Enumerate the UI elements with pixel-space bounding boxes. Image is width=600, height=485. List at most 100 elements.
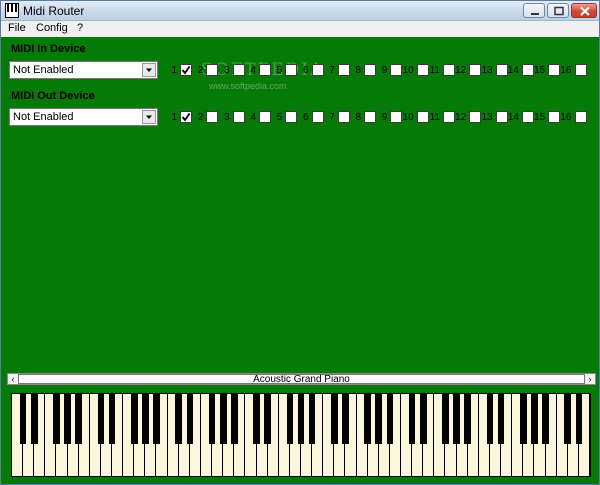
midi-out-channel-1[interactable]: 1 <box>166 111 192 125</box>
piano-black-key[interactable] <box>253 394 260 444</box>
piano-black-key[interactable] <box>297 394 305 444</box>
midi-out-channel-13[interactable]: 13 <box>481 111 508 125</box>
piano-black-key[interactable] <box>108 394 116 444</box>
channel-checkbox[interactable] <box>469 111 482 123</box>
channel-checkbox[interactable] <box>311 111 324 123</box>
midi-in-channel-1[interactable]: 1 <box>166 64 192 78</box>
piano-black-key[interactable] <box>19 394 27 444</box>
piano-black-key[interactable] <box>97 394 105 444</box>
piano-black-key[interactable] <box>342 394 349 444</box>
midi-out-channel-10[interactable]: 10 <box>403 111 429 125</box>
piano-black-key[interactable] <box>53 394 60 444</box>
title-bar[interactable]: Midi Router <box>1 1 599 21</box>
channel-checkbox[interactable] <box>258 64 271 76</box>
maximize-button[interactable] <box>547 3 569 18</box>
midi-out-channel-5[interactable]: 5 <box>271 111 298 125</box>
midi-out-channel-6[interactable]: 6 <box>298 111 324 125</box>
channel-checkbox[interactable] <box>495 111 508 123</box>
channel-checkbox[interactable] <box>206 111 219 123</box>
midi-out-channel-8[interactable]: 8 <box>350 111 377 125</box>
midi-out-channel-2[interactable]: 2 <box>192 111 219 125</box>
piano-black-key[interactable] <box>130 394 138 444</box>
midi-out-channel-15[interactable]: 15 <box>534 111 561 125</box>
channel-checkbox[interactable] <box>443 64 455 76</box>
piano-black-key[interactable] <box>564 394 572 444</box>
piano-black-key[interactable] <box>186 394 194 444</box>
channel-checkbox[interactable] <box>337 111 350 123</box>
piano-black-key[interactable] <box>575 394 583 444</box>
midi-out-channel-4[interactable]: 4 <box>245 111 271 125</box>
piano-black-key[interactable] <box>464 394 472 444</box>
piano-black-key[interactable] <box>219 394 227 444</box>
channel-checkbox[interactable] <box>495 64 508 76</box>
piano-black-key[interactable] <box>286 394 294 444</box>
piano-black-key[interactable] <box>153 394 160 444</box>
midi-out-channel-12[interactable]: 12 <box>455 111 482 125</box>
piano-keyboard[interactable] <box>11 393 591 477</box>
dropdown-arrow-button[interactable] <box>142 110 156 124</box>
channel-checkbox[interactable] <box>390 64 403 76</box>
midi-in-channel-10[interactable]: 10 <box>403 64 429 78</box>
channel-checkbox[interactable] <box>258 111 271 123</box>
channel-checkbox[interactable] <box>548 111 561 123</box>
midi-out-channel-14[interactable]: 14 <box>508 111 534 125</box>
piano-black-key[interactable] <box>364 394 371 444</box>
dropdown-arrow-button[interactable] <box>142 63 156 77</box>
scroll-left-arrow-icon[interactable]: ‹ <box>8 374 18 384</box>
channel-checkbox[interactable] <box>206 64 219 76</box>
midi-in-channel-13[interactable]: 13 <box>481 64 508 78</box>
channel-checkbox[interactable] <box>390 111 403 123</box>
piano-black-key[interactable] <box>531 394 538 444</box>
piano-black-key[interactable] <box>542 394 549 444</box>
midi-in-channel-11[interactable]: 11 <box>429 64 455 78</box>
midi-in-channel-14[interactable]: 14 <box>508 64 534 78</box>
channel-checkbox[interactable] <box>416 64 429 76</box>
piano-black-key[interactable] <box>486 394 494 444</box>
channel-checkbox[interactable] <box>548 64 561 76</box>
midi-in-channel-4[interactable]: 4 <box>245 64 271 78</box>
close-button[interactable] <box>571 3 597 18</box>
minimize-button[interactable] <box>523 3 545 18</box>
channel-checkbox[interactable] <box>180 111 192 123</box>
midi-in-channel-12[interactable]: 12 <box>455 64 482 78</box>
piano-black-key[interactable] <box>264 394 271 444</box>
midi-out-channel-9[interactable]: 9 <box>376 111 403 125</box>
channel-checkbox[interactable] <box>574 111 587 123</box>
channel-checkbox[interactable] <box>232 111 245 123</box>
midi-in-device-select[interactable]: Not Enabled <box>9 61 158 79</box>
scroll-right-arrow-icon[interactable]: › <box>585 374 595 384</box>
piano-black-key[interactable] <box>408 394 416 444</box>
piano-black-key[interactable] <box>497 394 505 444</box>
midi-out-channel-11[interactable]: 11 <box>429 111 455 125</box>
midi-out-device-select[interactable]: Not Enabled <box>9 108 158 126</box>
midi-in-channel-7[interactable]: 7 <box>324 64 350 78</box>
instrument-scrollbar[interactable]: ‹ Acoustic Grand Piano › <box>7 373 596 385</box>
piano-black-key[interactable] <box>75 394 82 444</box>
piano-black-key[interactable] <box>453 394 460 444</box>
channel-checkbox[interactable] <box>416 111 429 123</box>
piano-black-key[interactable] <box>308 394 316 444</box>
piano-black-key[interactable] <box>64 394 71 444</box>
piano-black-key[interactable] <box>208 394 216 444</box>
channel-checkbox[interactable] <box>337 64 350 76</box>
menu-config[interactable]: Config <box>36 22 68 34</box>
channel-checkbox[interactable] <box>285 64 298 76</box>
piano-black-key[interactable] <box>386 394 394 444</box>
midi-out-channel-16[interactable]: 16 <box>560 111 587 125</box>
channel-checkbox[interactable] <box>232 64 245 76</box>
channel-checkbox[interactable] <box>285 111 298 123</box>
midi-in-channel-9[interactable]: 9 <box>376 64 403 78</box>
channel-checkbox[interactable] <box>180 64 192 76</box>
instrument-scroll-thumb[interactable]: Acoustic Grand Piano <box>18 374 585 385</box>
channel-checkbox[interactable] <box>469 64 482 76</box>
channel-checkbox[interactable] <box>364 111 377 123</box>
piano-black-key[interactable] <box>142 394 149 444</box>
midi-in-channel-3[interactable]: 3 <box>219 64 245 78</box>
midi-in-channel-5[interactable]: 5 <box>271 64 298 78</box>
midi-in-channel-2[interactable]: 2 <box>192 64 219 78</box>
midi-in-channel-8[interactable]: 8 <box>350 64 377 78</box>
channel-checkbox[interactable] <box>311 64 324 76</box>
piano-black-key[interactable] <box>175 394 183 444</box>
midi-in-channel-16[interactable]: 16 <box>560 64 587 78</box>
piano-black-key[interactable] <box>331 394 338 444</box>
